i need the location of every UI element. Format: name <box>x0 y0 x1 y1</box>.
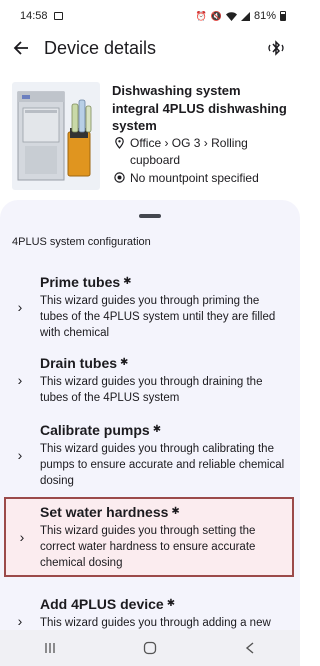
wizard-description: This wizard guides you through priming t… <box>40 295 276 339</box>
wizard-item-calibrate-pumps[interactable]: › Calibrate pumps ✱ This wizard guides yo… <box>0 416 300 494</box>
chevron-right-icon: › <box>17 299 23 315</box>
wizard-title-text: Set water hardness <box>40 504 169 520</box>
bluetooth-icon: ✱ <box>166 598 176 609</box>
alarm-icon: ⏰ <box>195 10 207 21</box>
bluetooth-icon: ✱ <box>120 357 129 368</box>
device-image <box>12 82 100 190</box>
bluetooth-icon: ✱ <box>152 424 162 435</box>
bluetooth-icon: ✱ <box>123 276 132 287</box>
device-location-row: Office › OG 3 › Rolling cupboard <box>112 135 292 169</box>
mute-icon: 🔇 <box>210 10 222 21</box>
system-nav-bar <box>0 630 300 666</box>
app-bar: Device details <box>0 32 300 64</box>
wifi-icon <box>225 11 237 21</box>
wizard-item-prime-tubes[interactable]: › Prime tubes ✱ This wizard guides you th… <box>0 268 300 346</box>
status-right: ⏰ 🔇 81% <box>196 10 286 22</box>
recent-apps-button[interactable] <box>30 636 70 660</box>
status-time: 14:58 <box>20 10 48 22</box>
bluetooth-icon: ✱ <box>171 506 180 517</box>
gallery-notification-icon <box>53 12 63 20</box>
mountpoint-target-icon <box>112 170 126 183</box>
wizard-title: Add 4PLUS device ✱ <box>40 595 290 613</box>
bluetooth-signal-icon <box>268 40 284 56</box>
section-title: 4PLUS system configuration <box>12 236 151 248</box>
wizard-item-set-water-hardness[interactable]: › Set water hardness ✱ This wizard guides… <box>4 497 294 577</box>
sheet-drag-handle[interactable] <box>139 214 161 218</box>
wizard-title: Prime tubes ✱ <box>40 273 290 291</box>
wizard-title: Drain tubes ✱ <box>40 354 290 372</box>
signal-icon <box>240 11 250 21</box>
chevron-right-icon: › <box>19 529 25 545</box>
recent-apps-icon <box>45 643 55 653</box>
device-header: Dishwashing system integral 4PLUS dishwa… <box>12 82 292 190</box>
wizard-item-body: Set water hardness ✱ This wizard guides y… <box>40 503 294 571</box>
home-icon <box>143 641 157 655</box>
chevron-right-icon: › <box>17 447 23 463</box>
status-bar: 14:58 ⏰ 🔇 81% <box>0 0 300 32</box>
nav-back-icon <box>245 642 254 654</box>
wizard-item-body: Prime tubes ✱ This wizard guides you thro… <box>40 273 300 341</box>
wizard-item-body: Calibrate pumps ✱ This wizard guides you … <box>40 421 300 489</box>
wizard-item-add-4plus-device[interactable]: › Add 4PLUS device ✱ This wizard guides y… <box>0 582 300 630</box>
device-mountpoint-row: No mountpoint specified <box>112 170 292 187</box>
wizard-title-text: Add 4PLUS device <box>40 596 164 612</box>
device-mountpoint: No mountpoint specified <box>130 171 259 185</box>
device-type: Dishwashing system <box>112 83 241 98</box>
wizard-item-body: Drain tubes ✱ This wizard guides you thro… <box>40 354 300 406</box>
back-button[interactable] <box>12 39 30 57</box>
status-left: 14:58 <box>20 10 63 22</box>
wizard-item-body: Add 4PLUS device ✱ This wizard guides you… <box>40 595 300 630</box>
wizard-title: Set water hardness ✱ <box>40 503 284 521</box>
wizard-description: This wizard guides you through draining … <box>40 376 263 404</box>
device-name: integral 4PLUS dishwashing system <box>112 101 287 133</box>
wizard-description: This wizard guides you through calibrati… <box>40 443 285 487</box>
wizard-title-text: Drain tubes <box>40 355 118 371</box>
bluetooth-connect-button[interactable] <box>266 38 286 58</box>
configuration-sheet: 4PLUS system configuration › Prime tubes… <box>0 200 300 630</box>
wizard-item-drain-tubes[interactable]: › Drain tubes ✱ This wizard guides you th… <box>0 350 300 410</box>
chevron-right-icon: › <box>17 372 23 388</box>
device-info: Dishwashing system integral 4PLUS dishwa… <box>112 82 292 190</box>
location-pin-icon <box>112 135 126 149</box>
arrow-back-icon <box>13 41 28 55</box>
nav-back-button[interactable] <box>230 636 270 660</box>
battery-percent: 81% <box>253 10 276 22</box>
device-location: Office › OG 3 › Rolling cupboard <box>130 136 248 167</box>
home-button[interactable] <box>130 636 170 660</box>
wizard-description: This wizard guides you through setting t… <box>40 525 256 569</box>
wizard-title-text: Prime tubes <box>40 274 121 290</box>
chevron-right-icon: › <box>17 613 23 629</box>
wizard-title-text: Calibrate pumps <box>40 422 150 438</box>
page-title: Device details <box>44 37 157 58</box>
wizard-description: This wizard guides you through adding a … <box>40 617 271 629</box>
wizard-title: Calibrate pumps ✱ <box>40 421 290 439</box>
battery-icon <box>280 11 286 21</box>
